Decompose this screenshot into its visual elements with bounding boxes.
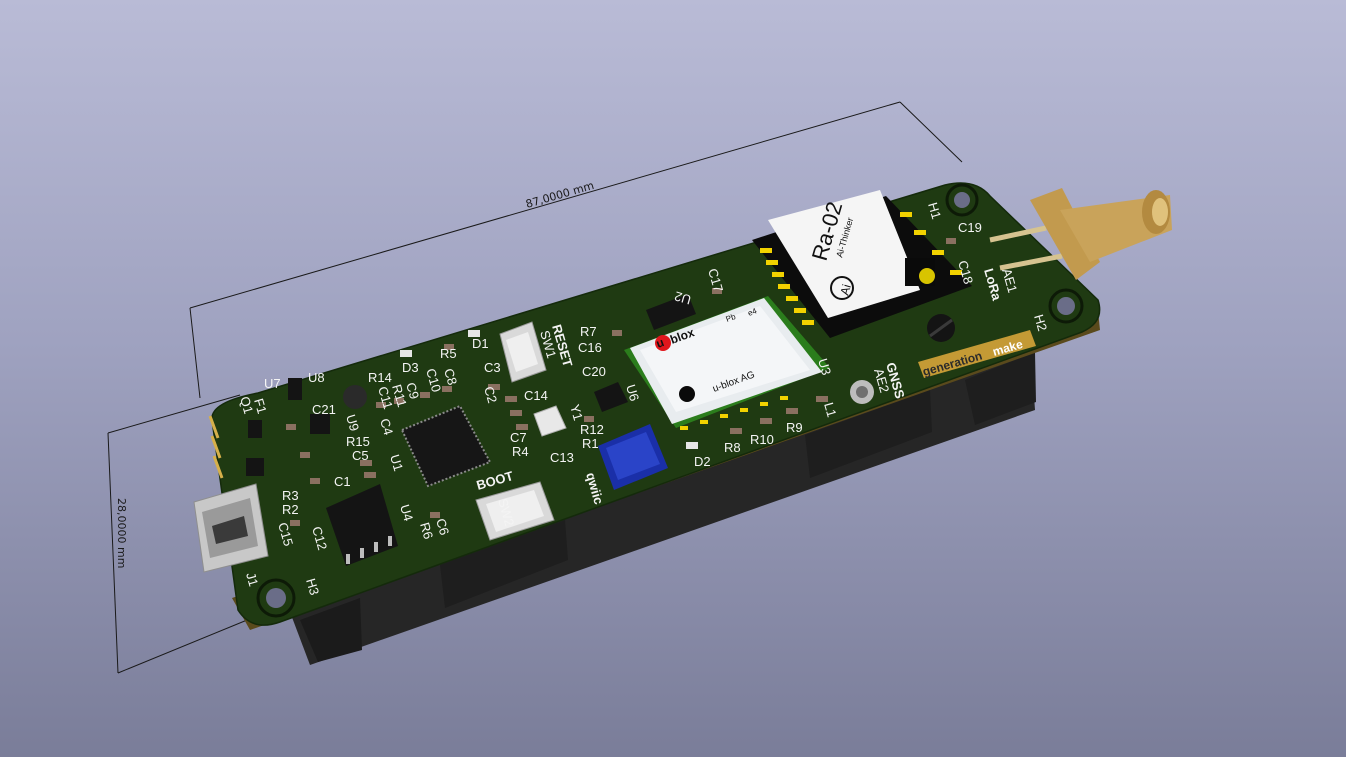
label-c3: C3: [484, 360, 501, 375]
label-r4: R4: [512, 444, 529, 459]
label-r3: R3: [282, 488, 299, 503]
label-c16: C16: [578, 340, 602, 355]
label-c5: C5: [352, 448, 369, 463]
label-r5: R5: [440, 346, 457, 361]
label-c21: C21: [312, 402, 336, 417]
label-r2: R2: [282, 502, 299, 517]
label-c14: C14: [524, 388, 548, 403]
label-r10: R10: [750, 432, 774, 447]
label-r7: R7: [580, 324, 597, 339]
label-r12: R12: [580, 422, 604, 437]
gnss-antenna-connector: [850, 380, 874, 404]
label-r8: R8: [724, 440, 741, 455]
screw: [343, 385, 367, 409]
label-r15: R15: [346, 434, 370, 449]
label-d2: D2: [694, 454, 711, 469]
label-c20: C20: [582, 364, 606, 379]
sma-connector: [989, 188, 1172, 280]
label-u8: U8: [308, 370, 325, 385]
label-r14: R14: [368, 370, 392, 385]
ufl-connector-icon: [919, 268, 935, 284]
label-c19: C19: [958, 220, 982, 235]
3d-viewer-canvas[interactable]: 87,0000 mm 28,0000 mm Ra-02 Ai-Thinker A…: [0, 0, 1346, 757]
label-u7: U7: [264, 376, 281, 391]
label-d3: D3: [402, 360, 419, 375]
label-c13: C13: [550, 450, 574, 465]
label-c7: C7: [510, 430, 527, 445]
label-c1: C1: [334, 474, 351, 489]
label-r1: R1: [582, 436, 599, 451]
screw: [927, 314, 955, 342]
dimension-length-label: 87,0000 mm: [524, 179, 595, 211]
label-r9: R9: [786, 420, 803, 435]
usb-connector: [193, 483, 269, 573]
label-d1: D1: [472, 336, 489, 351]
dimension-width-label: 28,0000 mm: [115, 498, 128, 568]
